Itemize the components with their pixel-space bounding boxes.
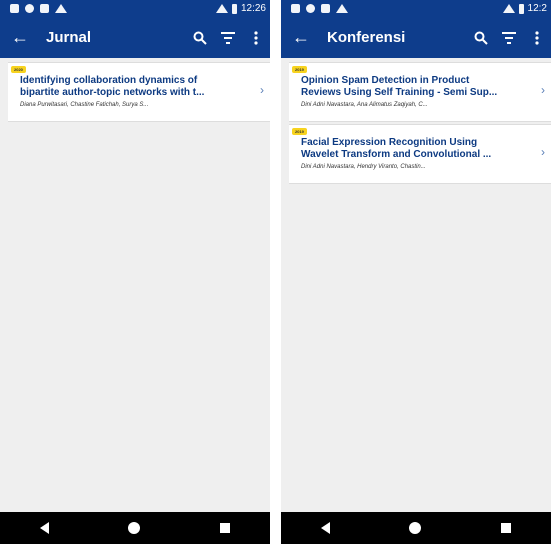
nav-recents-icon[interactable]	[220, 523, 231, 533]
status-bar: 12:2	[281, 0, 551, 17]
publication-title-line: Facial Expression Recognition Using	[301, 137, 478, 148]
more-vertical-icon[interactable]	[523, 24, 551, 52]
app-bar: ← Jurnal	[0, 17, 270, 58]
page-title: Konferensi	[327, 29, 406, 46]
system-nav-bar	[0, 512, 270, 544]
sync-notification-icon	[25, 4, 34, 13]
wifi-icon	[215, 4, 228, 13]
back-arrow-icon[interactable]: ←	[8, 26, 32, 50]
nav-home-icon[interactable]	[409, 522, 422, 534]
chevron-right-icon: ›	[541, 145, 545, 159]
battery-icon	[231, 3, 237, 14]
publication-title: Facial Expression Recognition Using Wave…	[301, 137, 529, 161]
publication-authors: Diana Purwitasari, Chastine Fatichah, Su…	[20, 102, 149, 108]
publication-authors: Dini Adni Navastara, Ana Alimatus Zaqiya…	[301, 102, 428, 108]
chevron-right-icon: ›	[260, 83, 264, 97]
status-time: 12:26	[240, 3, 266, 14]
status-bar: 12:26	[0, 0, 270, 17]
search-icon[interactable]	[467, 24, 495, 52]
publication-authors: Dini Adni Navastara, Hendry Viranto, Cha…	[301, 164, 426, 170]
cloud-notification-icon	[55, 4, 67, 13]
wifi-icon	[502, 4, 515, 13]
more-vertical-icon[interactable]	[242, 24, 270, 52]
app-bar: ← Konferensi	[281, 17, 551, 58]
filter-icon[interactable]	[495, 24, 523, 52]
nav-home-icon[interactable]	[128, 522, 141, 534]
sd-card-notification-icon	[40, 4, 49, 13]
back-arrow-icon[interactable]: ←	[289, 26, 313, 50]
chevron-right-icon: ›	[541, 83, 545, 97]
publication-title-line: Identifying collaboration dynamics of	[20, 75, 198, 86]
publication-card[interactable]: 2020 Identifying collaboration dynamics …	[8, 62, 270, 122]
phone-screen-jurnal: 12:26 ← Jurnal 2020 Identifying collabor…	[0, 0, 270, 544]
nav-back-icon[interactable]	[320, 522, 330, 534]
filter-icon[interactable]	[214, 24, 242, 52]
cloud-notification-icon	[336, 4, 348, 13]
search-icon[interactable]	[186, 24, 214, 52]
nav-back-icon[interactable]	[39, 522, 49, 534]
gallery-notification-icon	[291, 4, 300, 13]
phone-screen-konferensi: 12:2 ← Konferensi 2019 Opinion Spam Dete…	[281, 0, 551, 544]
publication-title-line: bipartite author-topic networks with t..…	[20, 87, 205, 98]
publication-title: Identifying collaboration dynamics of bi…	[20, 75, 248, 99]
publication-title-line: Wavelet Transform and Convolutional ...	[301, 149, 492, 160]
status-time: 12:2	[527, 3, 547, 14]
sync-notification-icon	[306, 4, 315, 13]
page-title: Jurnal	[46, 29, 92, 46]
nav-recents-icon[interactable]	[501, 523, 512, 533]
gallery-notification-icon	[10, 4, 19, 13]
publication-title: Opinion Spam Detection in Product Review…	[301, 75, 529, 99]
year-badge: 2020	[11, 66, 26, 73]
publication-card[interactable]: 2019 Facial Expression Recognition Using…	[289, 124, 551, 184]
publication-title-line: Opinion Spam Detection in Product	[301, 75, 470, 86]
system-nav-bar	[281, 512, 551, 544]
publication-card[interactable]: 2019 Opinion Spam Detection in Product R…	[289, 62, 551, 122]
battery-icon	[518, 3, 524, 14]
year-badge: 2019	[292, 128, 307, 135]
publication-title-line: Reviews Using Self Training - Semi Sup..…	[301, 87, 498, 98]
year-badge: 2019	[292, 66, 307, 73]
sd-card-notification-icon	[321, 4, 330, 13]
